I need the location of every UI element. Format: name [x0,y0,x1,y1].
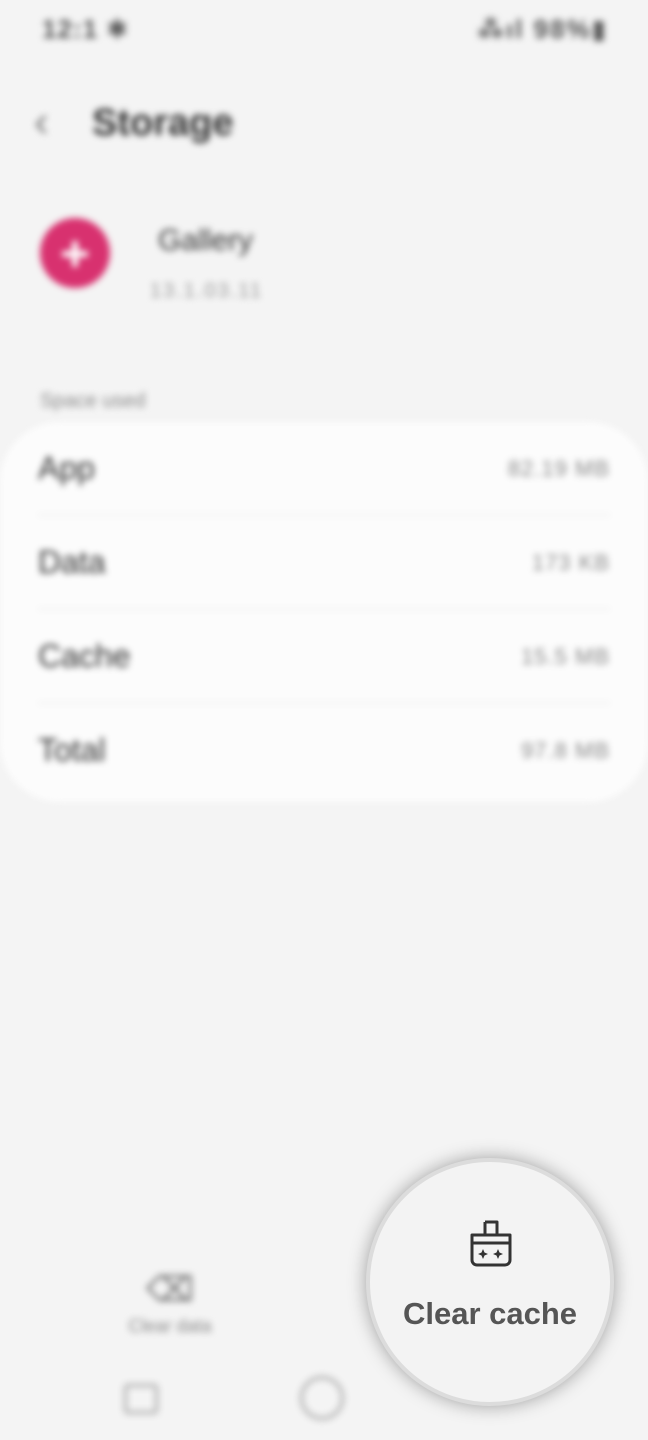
gallery-app-icon [40,218,110,288]
clear-cache-label: Clear cache [402,1296,578,1331]
brush-icon [470,1220,512,1267]
row-value: 82.19 MB [507,456,610,481]
back-arrow-icon[interactable]: ‹ [34,100,74,144]
home-icon[interactable] [300,1376,344,1420]
clear-data-button[interactable]: ⌫ Clear data [110,1270,230,1350]
storage-row-total: Total 97.8 MB [38,704,610,798]
row-label: Data [38,544,106,580]
storage-row-data: Data 173 KB [38,516,610,610]
storage-row-app: App 82.19 MB [38,422,610,516]
app-name: Gallery [158,224,254,257]
row-label: App [38,450,95,486]
app-info: Gallery 13.1.03.11 [0,210,648,320]
row-value: 15.5 MB [521,644,610,669]
status-icons: ⁂ıl 98%▮ [477,14,608,44]
row-label: Cache [38,638,131,674]
storage-card: App 82.19 MB Data 173 KB Cache 15.5 MB T… [0,422,648,802]
recents-icon[interactable] [124,1384,158,1414]
status-bar: 12:1 ✱ ⁂ıl 98%▮ [0,0,648,60]
storage-row-cache: Cache 15.5 MB [38,610,610,704]
clear-data-icon: ⌫ [145,1271,195,1309]
status-time: 12:1 ✱ [42,14,130,44]
app-version: 13.1.03.11 [150,280,264,302]
row-label: Total [38,732,106,768]
row-value: 173 KB [531,550,610,575]
row-value: 97.8 MB [521,738,610,763]
clear-data-label: Clear data [128,1316,212,1336]
page-title: Storage [92,102,234,144]
app-header: ‹ Storage [0,90,648,170]
clear-cache-button[interactable]: Clear cache [370,1162,610,1402]
magnifier-bubble: Clear cache [366,1158,614,1406]
section-label: Space used [40,390,146,412]
